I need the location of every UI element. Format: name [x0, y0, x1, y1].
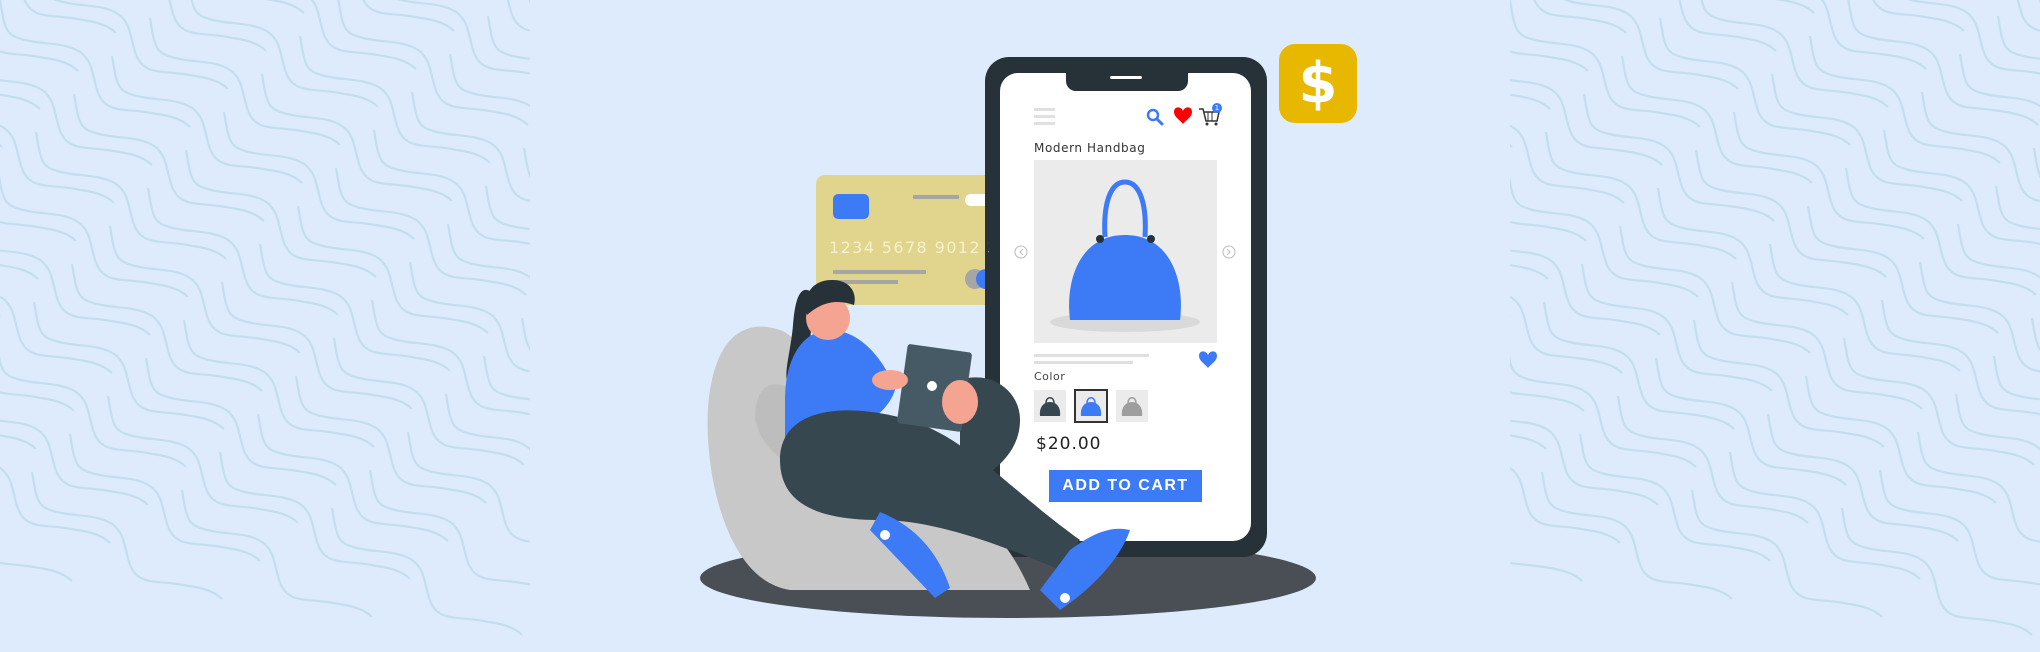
hamburger-menu-icon[interactable]: [1034, 108, 1055, 125]
dollar-sign-icon: $: [1298, 51, 1338, 116]
product-image: [1034, 160, 1217, 343]
color-swatch-blue[interactable]: [1074, 389, 1108, 423]
description-line: [1034, 354, 1149, 357]
product-title: Modern Handbag: [1034, 141, 1146, 155]
description-line: [1034, 361, 1133, 364]
color-label: Color: [1034, 370, 1066, 383]
color-swatch-dark-slate[interactable]: [1034, 390, 1066, 422]
cart-count-badge: 1: [1212, 103, 1222, 113]
card-number: 1234 5678 9012 345: [829, 238, 989, 257]
card-chip: [833, 194, 869, 219]
add-to-cart-button[interactable]: ADD TO CART: [1049, 470, 1202, 502]
color-swatch-gray[interactable]: [1116, 390, 1148, 422]
product-price: $20.00: [1036, 434, 1102, 454]
illustration-scene: [700, 57, 1316, 618]
dollar-badge: $: [1279, 44, 1357, 123]
